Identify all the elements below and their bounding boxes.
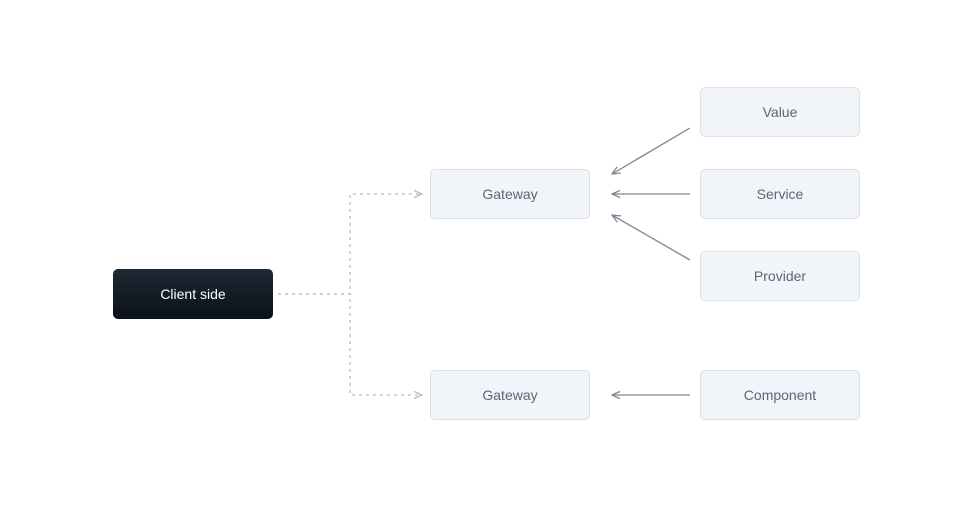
node-gateway-top: Gateway xyxy=(430,169,590,219)
node-gateway-bottom: Gateway xyxy=(430,370,590,420)
node-gateway-bottom-label: Gateway xyxy=(482,387,537,403)
node-client-side-label: Client side xyxy=(160,286,225,302)
node-component: Component xyxy=(700,370,860,420)
node-provider-label: Provider xyxy=(754,268,806,284)
node-value-label: Value xyxy=(763,104,798,120)
node-value: Value xyxy=(700,87,860,137)
node-client-side: Client side xyxy=(113,269,273,319)
node-component-label: Component xyxy=(744,387,816,403)
node-provider: Provider xyxy=(700,251,860,301)
node-service-label: Service xyxy=(757,186,804,202)
connector-provider-to-gateway xyxy=(612,215,690,260)
node-service: Service xyxy=(700,169,860,219)
connector-value-to-gateway xyxy=(612,128,690,174)
connector-client-to-gateway-top xyxy=(278,194,422,294)
node-gateway-top-label: Gateway xyxy=(482,186,537,202)
connector-client-to-gateway-bottom xyxy=(278,294,422,395)
